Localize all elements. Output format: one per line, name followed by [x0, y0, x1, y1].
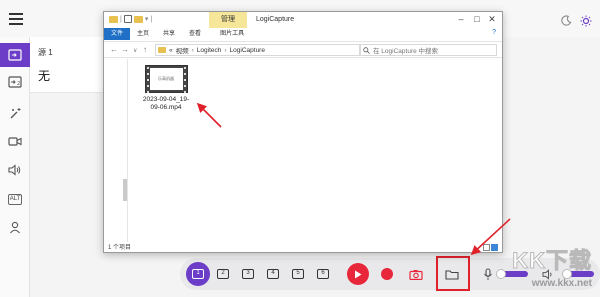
- sidebar-item-profile[interactable]: [0, 215, 30, 239]
- search-input[interactable]: 在 LogiCapture 中搜索: [359, 44, 497, 56]
- camera-icon: [409, 269, 423, 280]
- alt-text-icon: ALT: [7, 193, 23, 205]
- dropdown-icon[interactable]: ▾: [145, 15, 149, 23]
- layout-6-button[interactable]: 6: [311, 262, 335, 286]
- moon-icon[interactable]: [561, 15, 572, 26]
- item-count: 1 个项目: [108, 245, 132, 251]
- ribbon-tabs: 文件 主页 共享 查看 图片工具: [104, 28, 502, 40]
- sidebar: 2 ALT: [0, 37, 30, 297]
- address-row: ← → ∨ ↑ « 视频 › Logitech › LogiCapture 在 …: [104, 41, 502, 58]
- watermark-title: KK下载: [512, 248, 592, 274]
- layout-6-icon: 6: [317, 269, 329, 279]
- tab-picture-tools[interactable]: 图片工具: [213, 28, 251, 40]
- thumbnail-frame: 乐高机器: [149, 68, 183, 90]
- navigation-pane: [104, 59, 128, 242]
- layout-2-button[interactable]: 2: [211, 262, 235, 286]
- breadcrumb-prefix: «: [169, 46, 173, 54]
- back-arrow-icon[interactable]: ←: [110, 45, 118, 54]
- breadcrumb-logicapture[interactable]: LogiCapture: [230, 47, 265, 54]
- magic-wand-icon: [10, 107, 20, 118]
- large-icons-view-icon[interactable]: [491, 244, 498, 251]
- theme-toggles: [561, 15, 592, 27]
- status-bar: 1 个项目: [104, 243, 502, 253]
- separator-icon: |: [150, 15, 153, 23]
- video-camera-icon: [8, 136, 22, 146]
- maximize-icon[interactable]: □: [470, 14, 484, 24]
- recent-dropdown-icon[interactable]: ∨: [133, 47, 137, 54]
- watermark-url: www.kkx.net: [531, 278, 592, 289]
- sidebar-item-effects[interactable]: [0, 101, 30, 125]
- explorer-title-bar: | ▾ | 管理 LogiCapture – □ ✕: [104, 12, 502, 28]
- folder-button-highlight: [436, 256, 470, 291]
- folder-icon: [158, 47, 166, 53]
- layout-1-icon: 1: [192, 269, 204, 279]
- breadcrumb-videos[interactable]: 视频: [176, 45, 189, 55]
- source-panel: 源 1 无: [30, 37, 110, 93]
- snapshot-button[interactable]: [404, 262, 428, 286]
- minimize-icon[interactable]: –: [454, 14, 468, 24]
- source-value: 无: [38, 69, 51, 83]
- layout-3-button[interactable]: 3: [236, 262, 260, 286]
- video-thumbnail: 乐高机器: [144, 65, 188, 93]
- play-icon: [347, 263, 369, 285]
- folder-icon[interactable]: [109, 15, 118, 23]
- address-bar[interactable]: « 视频 › Logitech › LogiCapture: [155, 44, 361, 56]
- film-strip-icon: [146, 67, 150, 93]
- breadcrumb-logitech[interactable]: Logitech: [197, 47, 222, 54]
- up-arrow-icon[interactable]: ↑: [143, 45, 147, 54]
- source-2-icon: 2: [8, 76, 22, 88]
- window-title: LogiCapture: [256, 16, 295, 23]
- layout-2-icon: 2: [217, 269, 229, 279]
- view-toggle: [483, 244, 498, 251]
- file-explorer-window: | ▾ | 管理 LogiCapture – □ ✕ 文件 主页 共享 查看 图…: [103, 11, 503, 253]
- record-icon: [381, 268, 393, 280]
- help-icon[interactable]: ?: [492, 29, 496, 36]
- scrollbar-thumb[interactable]: [123, 179, 127, 201]
- sidebar-item-alt-text[interactable]: ALT: [0, 187, 30, 211]
- tab-view[interactable]: 查看: [182, 28, 208, 40]
- layout-1-button[interactable]: 1: [186, 262, 210, 286]
- source-1-icon: [8, 49, 22, 61]
- layout-5-icon: 5: [292, 269, 304, 279]
- hamburger-menu-icon[interactable]: [7, 10, 25, 26]
- close-icon[interactable]: ✕: [485, 14, 499, 25]
- new-folder-icon[interactable]: [133, 15, 143, 23]
- film-strip-icon: [183, 67, 187, 93]
- layout-5-button[interactable]: 5: [286, 262, 310, 286]
- details-view-icon[interactable]: [483, 244, 490, 251]
- chevron-right-icon: ›: [224, 46, 227, 54]
- forward-arrow-icon[interactable]: →: [121, 45, 129, 54]
- sun-icon[interactable]: [580, 15, 592, 27]
- layout-4-button[interactable]: 4: [261, 262, 285, 286]
- person-icon: [10, 221, 20, 233]
- record-button[interactable]: [375, 262, 399, 286]
- source-label: 源 1: [38, 48, 53, 57]
- svg-text:2: 2: [17, 81, 20, 87]
- quick-access-toolbar: | ▾ |: [109, 15, 152, 23]
- separator-icon: |: [120, 15, 122, 23]
- layout-4-icon: 4: [267, 269, 279, 279]
- explorer-body: 乐高机器 2023-09-04_19-09-06.mp4: [104, 59, 502, 244]
- properties-icon[interactable]: [123, 15, 132, 23]
- file-name: 2023-09-04_19-09-06.mp4: [142, 96, 190, 111]
- speaker-icon: [8, 164, 21, 176]
- play-button[interactable]: [346, 262, 370, 286]
- tab-manage[interactable]: 管理: [209, 12, 247, 28]
- layout-3-icon: 3: [242, 269, 254, 279]
- sidebar-item-source-2[interactable]: 2: [0, 70, 30, 94]
- file-item[interactable]: 乐高机器 2023-09-04_19-09-06.mp4: [140, 65, 192, 112]
- sidebar-item-source-1[interactable]: [0, 43, 30, 67]
- chevron-right-icon: ›: [191, 46, 194, 54]
- tab-home[interactable]: 主页: [130, 28, 156, 40]
- search-icon: [363, 46, 370, 54]
- tab-share[interactable]: 共享: [156, 28, 182, 40]
- sidebar-item-camera[interactable]: [0, 129, 30, 153]
- sidebar-item-audio[interactable]: [0, 158, 30, 182]
- tab-file[interactable]: 文件: [104, 28, 131, 40]
- search-placeholder: 在 LogiCapture 中搜索: [373, 48, 439, 55]
